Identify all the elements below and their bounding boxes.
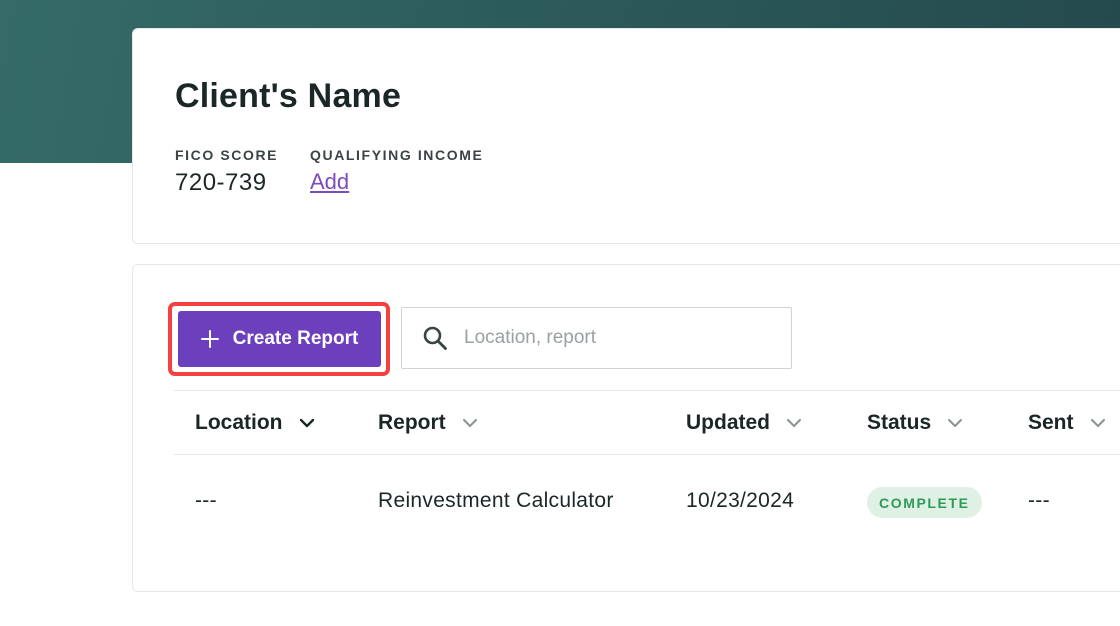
fico-score-stat: FICO SCORE 720-739: [175, 147, 278, 197]
column-header-updated[interactable]: Updated: [686, 411, 802, 435]
search-input[interactable]: [462, 317, 791, 359]
column-header-label: Report: [378, 411, 446, 434]
search-icon: [423, 326, 447, 350]
chevron-down-icon: [787, 419, 801, 427]
create-report-button[interactable]: Create Report: [178, 311, 381, 367]
column-header-sent[interactable]: Sent: [1028, 411, 1106, 435]
client-summary-card: Client's Name FICO SCORE 720-739 QUALIFY…: [132, 28, 1120, 244]
qualifying-income-label: QUALIFYING INCOME: [310, 147, 484, 163]
status-badge: COMPLETE: [867, 487, 982, 518]
cell-sent: ---: [1028, 489, 1050, 512]
plus-icon: [200, 330, 219, 348]
chevron-down-icon: [948, 419, 963, 427]
create-report-label: Create Report: [232, 328, 359, 349]
search-box[interactable]: [401, 307, 792, 369]
chevron-down-icon: [299, 418, 314, 428]
add-qualifying-income-link[interactable]: Add: [310, 169, 349, 195]
reports-card: Create Report Location Report Updated St…: [132, 264, 1120, 592]
qualifying-income-stat: QUALIFYING INCOME Add: [310, 147, 483, 195]
column-header-label: Sent: [1028, 411, 1074, 434]
chevron-down-icon: [462, 419, 477, 427]
chevron-down-icon: [1090, 419, 1105, 427]
table-header-divider: [174, 454, 1120, 455]
fico-score-value: 720-739: [175, 169, 267, 196]
cell-report[interactable]: Reinvestment Calculator: [378, 489, 614, 513]
cell-location: ---: [195, 489, 217, 512]
column-header-report[interactable]: Report: [378, 411, 478, 435]
column-header-location[interactable]: Location: [195, 411, 315, 435]
column-header-label: Location: [195, 411, 283, 434]
page-title: Client's Name: [175, 77, 402, 115]
table-top-divider: [174, 390, 1120, 391]
column-header-label: Updated: [686, 411, 770, 434]
cell-updated: 10/23/2024: [686, 489, 795, 512]
column-header-label: Status: [867, 411, 932, 434]
column-header-status[interactable]: Status: [867, 411, 963, 435]
fico-score-label: FICO SCORE: [175, 147, 279, 163]
